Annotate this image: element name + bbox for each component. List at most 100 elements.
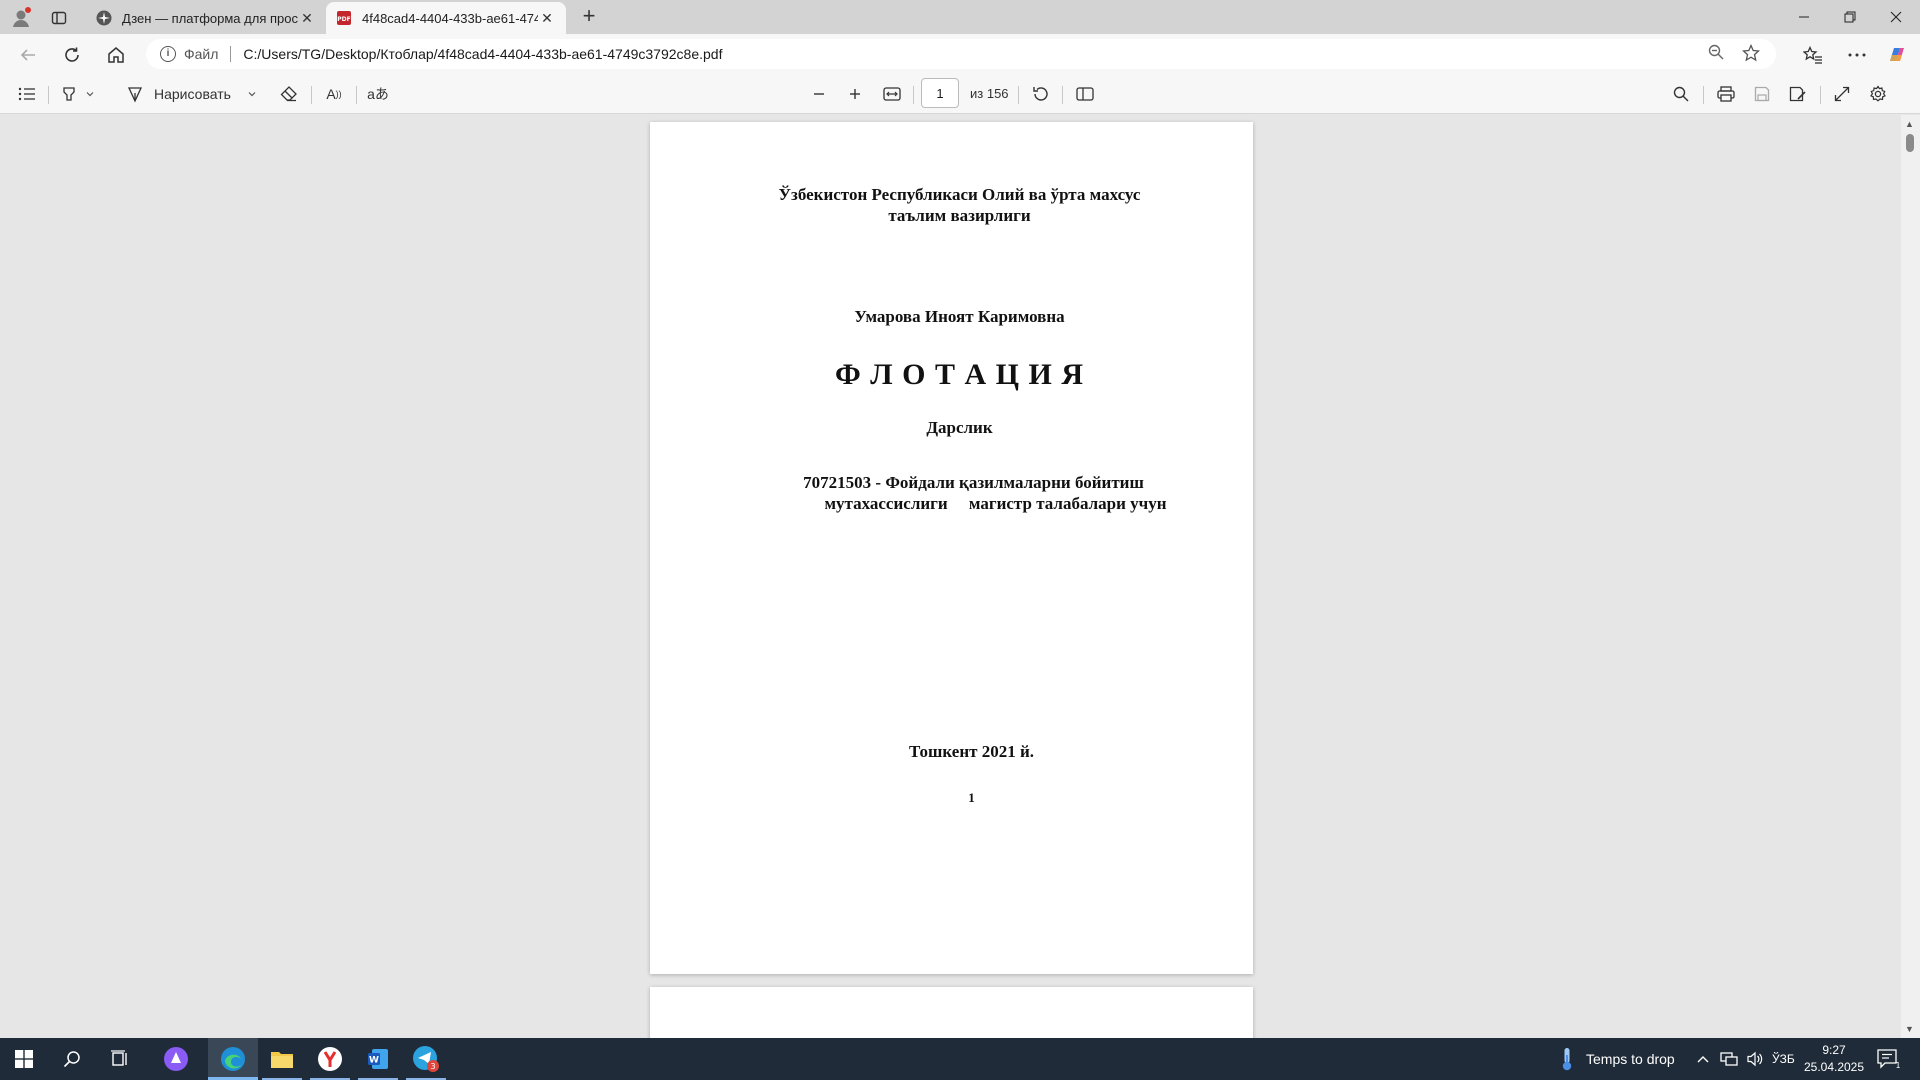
tab-actions-icon[interactable]	[46, 5, 72, 31]
pdf-viewer-area[interactable]: Ўзбекистон Республикаси Олий ва ўрта мах…	[0, 115, 1901, 1038]
settings-gear-icon[interactable]	[1864, 82, 1892, 106]
divider	[1820, 86, 1821, 104]
book-type: Дарслик	[926, 418, 993, 437]
divider	[1703, 86, 1704, 104]
divider	[913, 86, 914, 104]
divider	[1062, 86, 1063, 104]
notification-count: 1	[1895, 1061, 1900, 1070]
scroll-down-icon[interactable]: ▼	[1905, 1024, 1914, 1034]
city-year: Тошкент 2021 й.	[908, 742, 1035, 761]
divider	[1018, 86, 1019, 104]
read-aloud-icon[interactable]: A))	[320, 82, 348, 106]
profile-icon[interactable]	[8, 5, 34, 31]
new-tab-button[interactable]: +	[576, 4, 602, 30]
network-icon[interactable]	[1720, 1038, 1738, 1080]
clock-date: 25.04.2025	[1803, 1060, 1865, 1074]
volume-icon[interactable]	[1746, 1038, 1764, 1080]
author-name: Умарова Иноят Каримовна	[854, 307, 1065, 326]
zoom-out-button[interactable]	[807, 82, 831, 106]
print-icon[interactable]	[1712, 82, 1740, 106]
favorite-star-icon[interactable]	[1741, 43, 1761, 67]
favorites-icon[interactable]	[1799, 41, 1827, 69]
page-number-input[interactable]: 1	[921, 78, 959, 108]
search-icon[interactable]	[48, 1038, 96, 1080]
thermometer-icon	[1562, 1048, 1572, 1071]
back-button[interactable]	[14, 41, 42, 69]
highlighter-icon	[63, 87, 75, 101]
language-indicator[interactable]: ЎЗБ	[1772, 1038, 1795, 1080]
address-bar[interactable]: i Файл C:/Users/TG/Desktop/Ктоблар/4f48c…	[146, 39, 1776, 69]
total-pages-label: из 156	[970, 86, 1009, 101]
svg-text:W: W	[369, 1056, 379, 1066]
divider	[48, 86, 49, 104]
close-tab-icon[interactable]: ✕	[298, 10, 316, 27]
telegram-badge: 3	[430, 1062, 435, 1071]
weather-widget[interactable]: Temps to drop	[1560, 1038, 1675, 1080]
highlight-tool-button[interactable]	[58, 82, 98, 106]
weather-text: Temps to drop	[1586, 1051, 1675, 1067]
zoom-icon[interactable]	[1708, 44, 1724, 65]
save-icon[interactable]	[1748, 82, 1776, 106]
tab-title: 4f48cad4-4404-433b-ae61-4749c3792c8e.pdf	[362, 10, 538, 26]
book-title: Ф Л О Т А Ц И Я	[835, 358, 1084, 391]
scroll-up-icon[interactable]: ▲	[1905, 119, 1914, 129]
chevron-down-icon	[86, 92, 94, 97]
tab-strip: Дзен — платформа для просмотра ✕ PDF 4f4…	[0, 0, 1920, 34]
file-explorer-icon[interactable]	[258, 1038, 306, 1080]
site-info-icon[interactable]: i	[160, 46, 176, 62]
rotate-icon[interactable]	[1028, 82, 1054, 106]
clock-time: 9:27	[1822, 1043, 1846, 1057]
fullscreen-icon[interactable]	[1828, 82, 1856, 106]
scrollbar-thumb[interactable]	[1906, 134, 1914, 152]
draw-label: Нарисовать	[154, 86, 231, 102]
specialty-line-1: 70721503 - Фойдали қазилмаларни бойитиш	[803, 473, 1144, 492]
yandex-browser-icon[interactable]	[306, 1038, 354, 1080]
search-icon[interactable]	[1668, 82, 1694, 106]
start-windows-icon[interactable]	[0, 1038, 48, 1080]
minimize-button[interactable]	[1782, 0, 1826, 34]
more-menu-icon[interactable]	[1843, 41, 1871, 69]
show-hidden-icons-chevron-icon[interactable]	[1696, 1038, 1710, 1080]
table-of-contents-icon[interactable]	[14, 82, 40, 106]
word-icon[interactable]: W	[354, 1038, 402, 1080]
pdf-favicon-icon: PDF	[336, 10, 352, 26]
pdf-page-2	[650, 987, 1253, 1038]
telegram-icon[interactable]: 3	[402, 1038, 450, 1080]
clock[interactable]: 9:27 25.04.2025	[1800, 1038, 1868, 1080]
svg-text:PDF: PDF	[337, 16, 350, 23]
restore-button[interactable]	[1828, 0, 1872, 34]
divider	[311, 86, 312, 104]
divider	[230, 46, 232, 62]
task-view-icon[interactable]	[96, 1038, 144, 1080]
vertical-scrollbar[interactable]: ▲ ▼	[1901, 115, 1920, 1038]
copilot-icon[interactable]	[1883, 41, 1911, 69]
navigation-bar: i Файл C:/Users/TG/Desktop/Ктоблар/4f48c…	[0, 34, 1920, 74]
page-view-icon[interactable]	[1072, 82, 1098, 106]
notifications-icon[interactable]: 1	[1876, 1038, 1902, 1080]
tab-title: Дзен — платформа для просмотра	[122, 10, 298, 26]
reload-button[interactable]	[58, 41, 86, 69]
edge-browser-icon[interactable]	[208, 1038, 258, 1080]
zoom-in-button[interactable]	[843, 82, 867, 106]
home-button[interactable]	[102, 41, 130, 69]
tab-pdf[interactable]: PDF 4f48cad4-4404-433b-ae61-4749c3792c8e…	[326, 2, 566, 34]
save-as-icon[interactable]	[1784, 82, 1812, 106]
draw-tool-button[interactable]: Нарисовать	[126, 82, 260, 106]
tab-dzen[interactable]: Дзен — платформа для просмотра ✕	[86, 2, 326, 34]
alice-assistant-icon[interactable]	[152, 1038, 200, 1080]
translate-icon[interactable]: aあ	[364, 82, 392, 106]
close-window-button[interactable]	[1874, 0, 1918, 34]
eraser-icon[interactable]	[276, 82, 302, 106]
fit-to-width-icon[interactable]	[879, 82, 905, 106]
close-tab-icon[interactable]: ✕	[538, 10, 556, 27]
draw-pen-icon	[127, 87, 143, 103]
page-number: 1	[968, 790, 975, 805]
pdf-toolbar: Нарисовать A)) aあ 1 из 156	[0, 74, 1920, 114]
scheme-label: Файл	[184, 46, 219, 62]
chevron-down-icon	[248, 92, 256, 97]
ministry-line-1: Ўзбекистон Республикаси Олий ва ўрта мах…	[778, 185, 1141, 204]
specialty-line-2: мутахассислиги магистр талабалари учун	[824, 494, 1167, 513]
pdf-page-1: Ўзбекистон Республикаси Олий ва ўрта мах…	[650, 122, 1253, 974]
url-text[interactable]: C:/Users/TG/Desktop/Ктоблар/4f48cad4-440…	[243, 46, 722, 62]
ministry-line-2: таълим вазирлиги	[888, 206, 1031, 225]
